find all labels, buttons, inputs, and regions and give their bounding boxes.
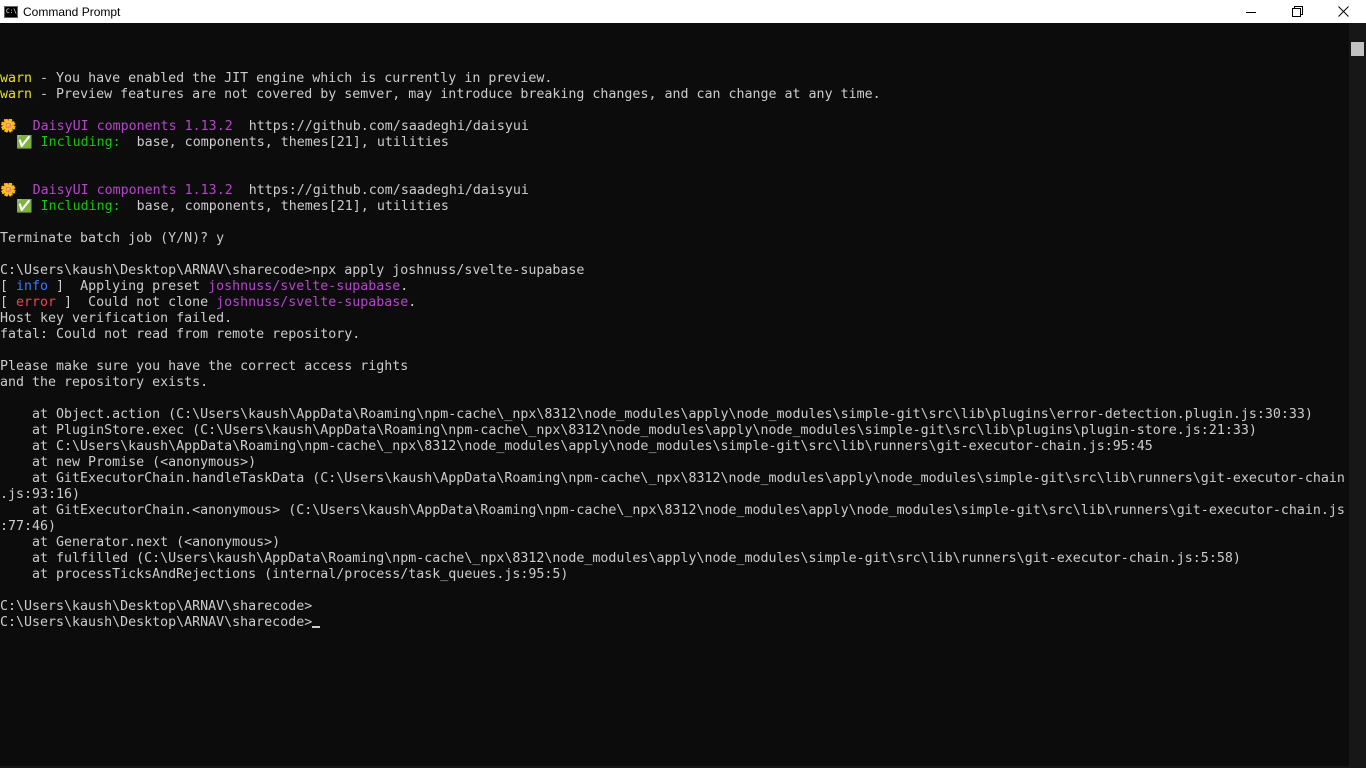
- cmd-icon: C:\: [4, 5, 18, 18]
- console-line: :77:46): [0, 519, 1349, 535]
- minimize-button[interactable]: [1228, 0, 1274, 23]
- scroll-up-button[interactable]: [1349, 23, 1366, 40]
- vertical-scrollbar[interactable]: [1349, 23, 1366, 768]
- console-line: 🌼 DaisyUI components 1.13.2 https://gith…: [0, 119, 1349, 135]
- text-cursor: [312, 626, 321, 628]
- close-icon: [1337, 6, 1349, 17]
- console-text-segment: fatal: Could not read from remote reposi…: [0, 327, 361, 342]
- chevron-up-icon: [1354, 29, 1361, 34]
- restore-icon: [1291, 6, 1303, 17]
- console-text-segment: at C:\Users\kaush\AppData\Roaming\npm-ca…: [0, 439, 1153, 454]
- console-text-segment: at new Promise (<anonymous>): [0, 455, 257, 470]
- close-button[interactable]: [1320, 0, 1366, 23]
- console-line: at C:\Users\kaush\AppData\Roaming\npm-ca…: [0, 439, 1349, 455]
- console-line: at Generator.next (<anonymous>): [0, 535, 1349, 551]
- console-lines: warn - You have enabled the JIT engine w…: [0, 71, 1349, 631]
- console-line: Please make sure you have the correct ac…: [0, 359, 1349, 375]
- console-output[interactable]: warn - You have enabled the JIT engine w…: [0, 23, 1349, 768]
- console-text-segment: .js:93:16): [0, 487, 81, 502]
- console-text-segment: https://github.com/saadeghi/daisyui: [232, 119, 529, 134]
- console-text-segment: ] Applying preset: [48, 279, 209, 294]
- console-text-segment: error: [16, 295, 57, 310]
- console-text-segment: [: [0, 295, 17, 310]
- console-line: C:\Users\kaush\Desktop\ARNAV\sharecode>n…: [0, 263, 1349, 279]
- console-prompt-line[interactable]: C:\Users\kaush\Desktop\ARNAV\sharecode>: [0, 615, 1349, 631]
- console-text-segment: .: [400, 279, 409, 294]
- console-text-segment: - You have enabled the JIT engine which …: [32, 71, 553, 86]
- console-text-segment: info: [16, 279, 49, 294]
- window-title: Command Prompt: [23, 4, 121, 19]
- console-text-segment: 🌼 DaisyUI components 1.13.2: [0, 183, 233, 198]
- console-text-segment: at GitExecutorChain.<anonymous> (C:\User…: [0, 503, 1345, 518]
- console-line: at processTicksAndRejections (internal/p…: [0, 567, 1349, 583]
- console-text-segment: joshnuss/svelte-supabase: [208, 279, 401, 294]
- console-text-segment: at Object.action (C:\Users\kaush\AppData…: [0, 407, 1313, 422]
- console-text-segment: .: [408, 295, 417, 310]
- scroll-down-button[interactable]: [1349, 751, 1366, 768]
- command-prompt-window: C:\ Command Prompt warn - You have enabl…: [0, 0, 1366, 768]
- scroll-thumb[interactable]: [1351, 42, 1364, 56]
- console-line: ✅ Including: base, components, themes[21…: [0, 199, 1349, 215]
- console-text-segment: C:\Users\kaush\Desktop\ARNAV\sharecode>: [0, 599, 313, 614]
- console-text-segment: - Preview features are not covered by se…: [32, 87, 881, 102]
- console-text-segment: 🌼 DaisyUI components 1.13.2: [0, 119, 233, 134]
- window-controls: [1228, 0, 1366, 23]
- console-line: at new Promise (<anonymous>): [0, 455, 1349, 471]
- console-text-segment: at processTicksAndRejections (internal/p…: [0, 567, 569, 582]
- console-line: C:\Users\kaush\Desktop\ARNAV\sharecode>: [0, 599, 1349, 615]
- console-text-segment: at GitExecutorChain.handleTaskData (C:\U…: [0, 471, 1345, 486]
- console-text-segment: joshnuss/svelte-supabase: [216, 295, 409, 310]
- console-text-segment: ✅ Including:: [0, 135, 121, 150]
- console-text-segment: C:\Users\kaush\Desktop\ARNAV\sharecode>n…: [0, 263, 585, 278]
- console-text-segment: ] Could not clone: [56, 295, 217, 310]
- console-text-segment: and the repository exists.: [0, 375, 209, 390]
- console-line: Terminate batch job (Y/N)? y: [0, 231, 1349, 247]
- console-line: warn - You have enabled the JIT engine w…: [0, 71, 1349, 87]
- console-text-segment: ✅ Including:: [0, 199, 121, 214]
- console-line: fatal: Could not read from remote reposi…: [0, 327, 1349, 343]
- console-line: [ info ] Applying preset joshnuss/svelte…: [0, 279, 1349, 295]
- console-line: at Object.action (C:\Users\kaush\AppData…: [0, 407, 1349, 423]
- console-text-segment: at fulfilled (C:\Users\kaush\AppData\Roa…: [0, 551, 1241, 566]
- console-line: at fulfilled (C:\Users\kaush\AppData\Roa…: [0, 551, 1349, 567]
- console-line: 🌼 DaisyUI components 1.13.2 https://gith…: [0, 183, 1349, 199]
- console-text-segment: https://github.com/saadeghi/daisyui: [232, 183, 529, 198]
- console-line: .js:93:16): [0, 487, 1349, 503]
- console-line: at GitExecutorChain.<anonymous> (C:\User…: [0, 503, 1349, 519]
- command-prompt: C:\Users\kaush\Desktop\ARNAV\sharecode>: [0, 615, 313, 630]
- console-line: warn - Preview features are not covered …: [0, 87, 1349, 103]
- console-line: Host key verification failed.: [0, 311, 1349, 327]
- console-text-segment: Terminate batch job (Y/N)? y: [0, 231, 225, 246]
- console-text-segment: at Generator.next (<anonymous>): [0, 535, 281, 550]
- console-line: [ error ] Could not clone joshnuss/svelt…: [0, 295, 1349, 311]
- console-text-segment: :77:46): [0, 519, 57, 534]
- console-text-segment: base, components, themes[21], utilities: [120, 199, 449, 214]
- minimize-icon: [1246, 11, 1256, 13]
- console-text-segment: at PluginStore.exec (C:\Users\kaush\AppD…: [0, 423, 1257, 438]
- restore-button[interactable]: [1274, 0, 1320, 23]
- console-text-segment: Please make sure you have the correct ac…: [0, 359, 409, 374]
- console-line: and the repository exists.: [0, 375, 1349, 391]
- console-text-segment: warn: [0, 87, 33, 102]
- console-text-segment: base, components, themes[21], utilities: [120, 135, 449, 150]
- console-line: at GitExecutorChain.handleTaskData (C:\U…: [0, 471, 1349, 487]
- console-text-segment: warn: [0, 71, 33, 86]
- title-bar[interactable]: C:\ Command Prompt: [0, 0, 1366, 23]
- console-line: at PluginStore.exec (C:\Users\kaush\AppD…: [0, 423, 1349, 439]
- console-text-segment: [: [0, 279, 17, 294]
- console-line: ✅ Including: base, components, themes[21…: [0, 135, 1349, 151]
- console-text-segment: Host key verification failed.: [0, 311, 233, 326]
